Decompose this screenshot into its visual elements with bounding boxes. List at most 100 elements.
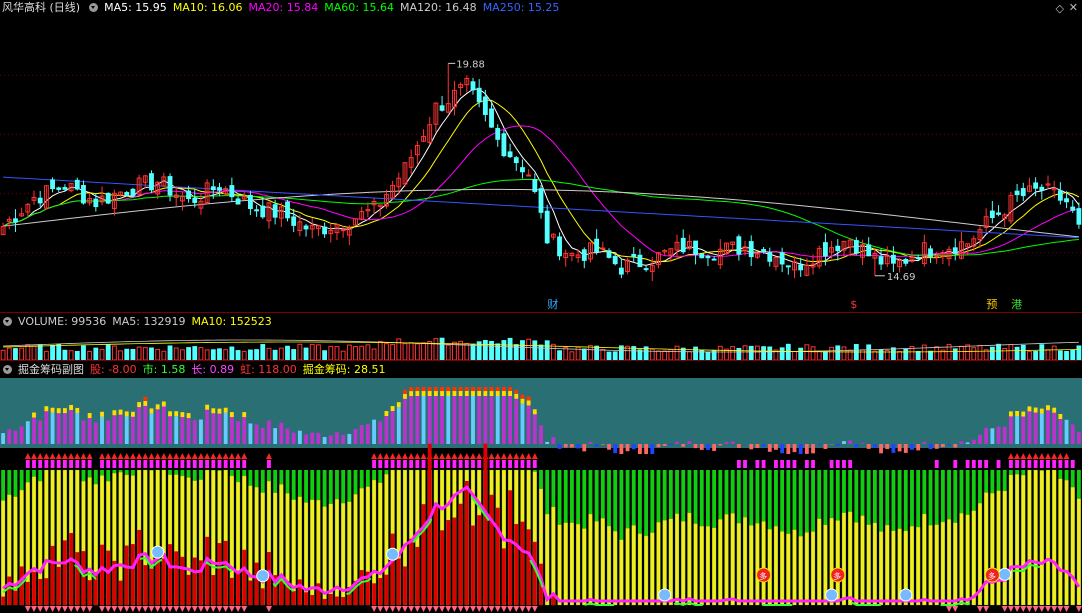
signal-block bbox=[508, 460, 513, 468]
toggle-icon[interactable] bbox=[3, 365, 12, 374]
candle-body bbox=[340, 229, 346, 232]
momentum-cap bbox=[409, 391, 414, 397]
signal-triangle bbox=[68, 453, 75, 459]
volume-bar bbox=[198, 347, 204, 360]
cost-bar-yellow bbox=[712, 527, 717, 606]
signal-triangle bbox=[451, 453, 458, 459]
cost-bar-red bbox=[384, 574, 389, 605]
momentum-bar-neg bbox=[767, 444, 772, 452]
momentum-bar-neg bbox=[607, 444, 611, 450]
signal-triangle bbox=[1014, 453, 1021, 459]
volume-bar bbox=[977, 344, 983, 360]
candle-body bbox=[705, 255, 711, 259]
momentum-bar bbox=[149, 413, 154, 444]
volume-bar bbox=[482, 339, 488, 360]
momentum-peak bbox=[495, 387, 500, 391]
momentum-bar bbox=[137, 407, 142, 444]
cost-bar-yellow bbox=[965, 514, 970, 606]
candle-body bbox=[260, 205, 266, 218]
bottom-gem bbox=[55, 606, 62, 612]
signal-block bbox=[743, 460, 747, 468]
bottom-gem bbox=[500, 606, 507, 612]
signal-block bbox=[978, 460, 982, 468]
cost-bar-red bbox=[75, 552, 80, 605]
momentum-bar bbox=[267, 420, 271, 444]
ma-label-4: MA120: 16.48 bbox=[399, 1, 477, 14]
signal-dot bbox=[825, 588, 839, 602]
momentum-bar bbox=[143, 405, 148, 444]
toggle-icon[interactable] bbox=[3, 317, 12, 326]
candle-body bbox=[13, 218, 18, 223]
momentum-bar bbox=[1064, 419, 1069, 444]
volume-bar bbox=[680, 347, 686, 360]
volume-bar bbox=[952, 348, 958, 360]
momentum-peak bbox=[508, 387, 513, 391]
volume-bar bbox=[860, 349, 865, 360]
momentum-bar bbox=[44, 411, 49, 444]
momentum-bar bbox=[50, 412, 55, 444]
indicator-label-3: 虹: 118.00 bbox=[240, 363, 297, 376]
cost-bar-yellow bbox=[761, 521, 766, 606]
volume-bar bbox=[371, 348, 377, 360]
bottom-gem bbox=[142, 606, 149, 612]
bottom-gem bbox=[86, 606, 93, 612]
cost-bar-yellow bbox=[854, 522, 859, 606]
cost-bar-yellow bbox=[971, 510, 976, 606]
cost-bar-yellow bbox=[606, 525, 612, 606]
cost-bar-yellow bbox=[773, 526, 779, 606]
volume-bar bbox=[835, 345, 841, 360]
volume-bar bbox=[142, 347, 148, 360]
momentum-bar bbox=[168, 416, 172, 444]
toggle-icon[interactable] bbox=[89, 3, 99, 12]
momentum-bar bbox=[1015, 415, 1019, 444]
cost-bar-red bbox=[495, 507, 500, 605]
ma-label-3: MA60: 15.64 bbox=[324, 1, 394, 14]
diamond-icon[interactable]: ◇ bbox=[1056, 2, 1064, 15]
cost-bar-yellow bbox=[1064, 480, 1069, 606]
momentum-peak bbox=[520, 394, 525, 399]
bottom-gem bbox=[191, 606, 198, 612]
close-icon[interactable]: ✕ bbox=[1069, 1, 1078, 14]
volume-bar bbox=[427, 341, 433, 360]
signal-block bbox=[396, 460, 401, 468]
indicator-chart[interactable]: 多多多 bbox=[0, 378, 1082, 613]
momentum-cap bbox=[44, 406, 49, 412]
candle-body bbox=[1039, 186, 1045, 191]
momentum-bar-neg bbox=[804, 444, 809, 454]
candle-body bbox=[167, 176, 173, 196]
momentum-bar-neg bbox=[619, 444, 624, 454]
momentum-bar bbox=[310, 432, 315, 444]
volume-chart[interactable] bbox=[0, 330, 1082, 360]
cost-bar-red bbox=[508, 490, 513, 605]
price-chart[interactable]: 19.88 14.69 财 $ 预 港 bbox=[0, 16, 1082, 312]
candle-body bbox=[612, 255, 618, 265]
cost-bar-red bbox=[1, 596, 6, 605]
signal-triangle bbox=[154, 453, 161, 459]
signal-triangle bbox=[210, 453, 217, 459]
cost-bar-red bbox=[38, 578, 43, 605]
cost-bar-red bbox=[180, 556, 185, 605]
bottom-gem bbox=[488, 606, 495, 612]
signal-triangle bbox=[463, 453, 470, 459]
cost-bar-yellow bbox=[891, 530, 896, 606]
momentum-bar bbox=[38, 420, 43, 444]
signal-block bbox=[1070, 460, 1075, 468]
volume-bar bbox=[93, 347, 99, 360]
signal-triangle bbox=[1051, 453, 1058, 459]
cost-bar-yellow bbox=[1002, 490, 1007, 606]
candle-body bbox=[217, 187, 222, 191]
cost-bar-yellow bbox=[749, 525, 754, 606]
volume-bar bbox=[278, 347, 284, 360]
cost-bar-yellow bbox=[916, 526, 921, 606]
momentum-bar-neg bbox=[780, 444, 785, 454]
momentum-bar bbox=[458, 396, 463, 444]
volume-bar bbox=[346, 344, 352, 360]
momentum-peak bbox=[403, 389, 407, 394]
cost-bar-yellow bbox=[996, 490, 1001, 606]
cost-bar-red bbox=[81, 551, 86, 605]
momentum-bar-neg bbox=[650, 444, 655, 454]
volume-bar bbox=[43, 350, 49, 360]
signal-block bbox=[223, 460, 228, 468]
cost-bar-yellow bbox=[631, 525, 636, 606]
signal-block bbox=[143, 460, 148, 468]
